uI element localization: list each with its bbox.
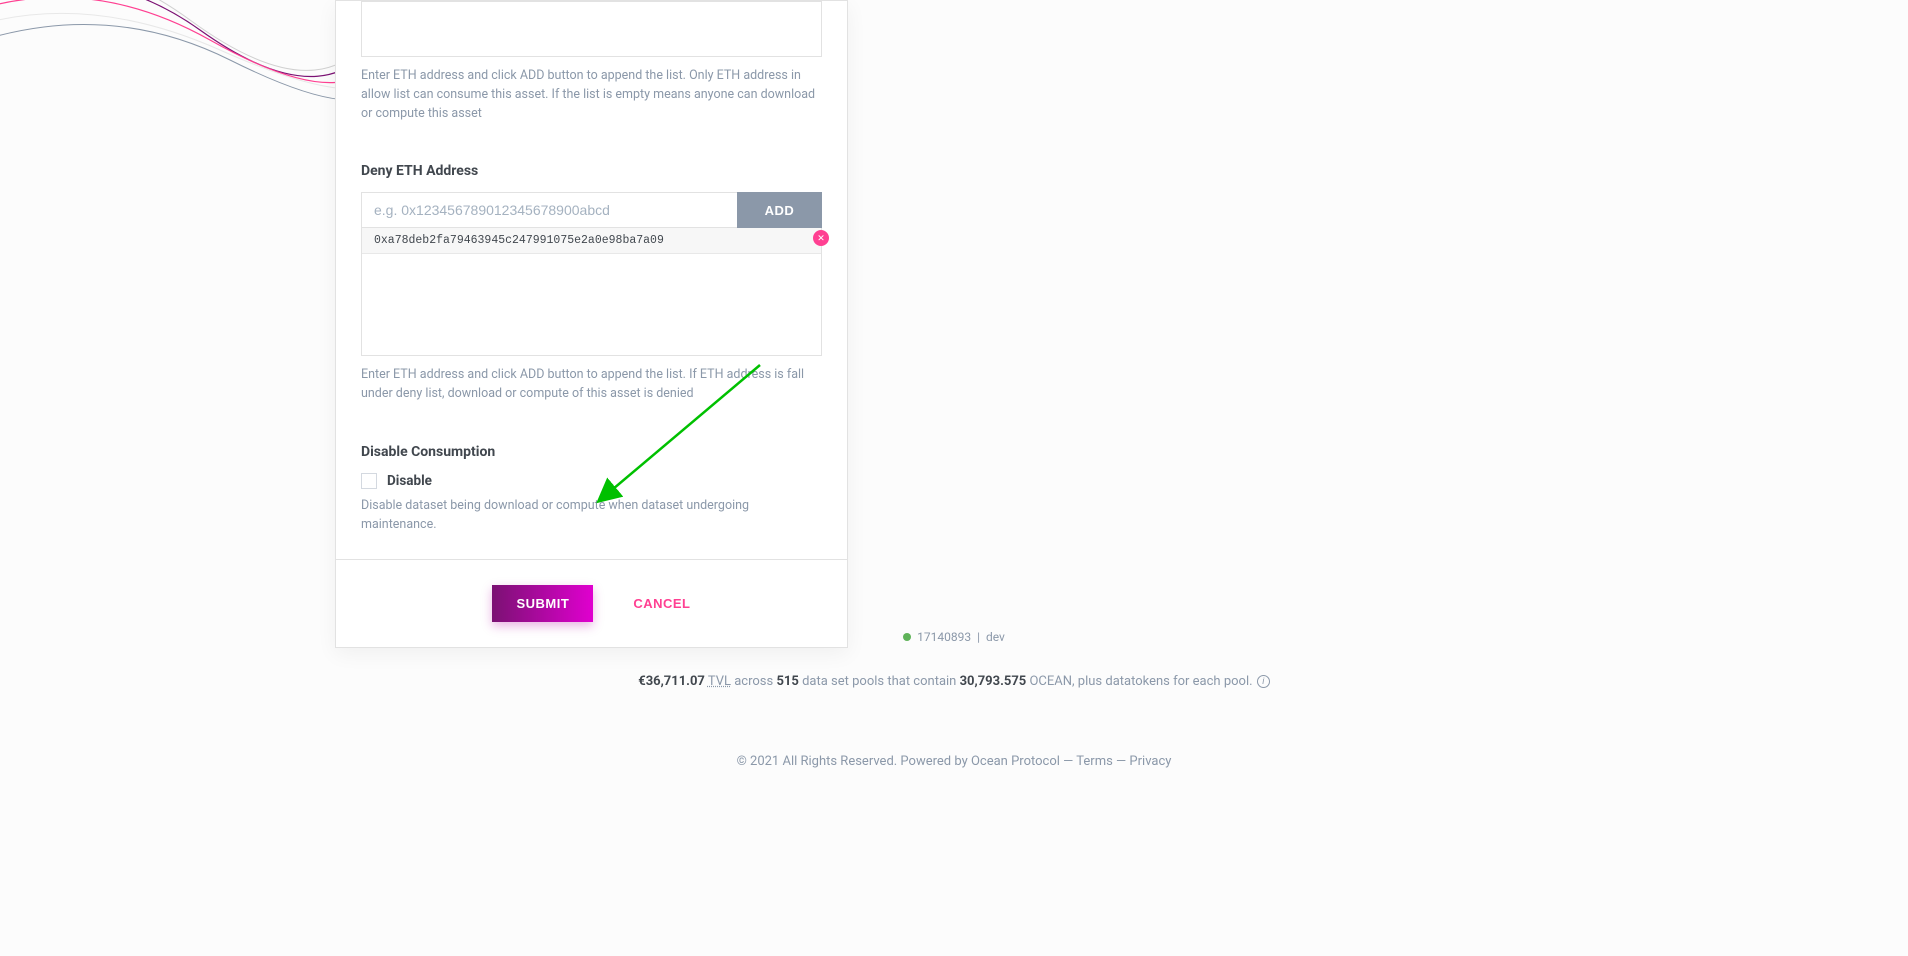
disable-section-label: Disable Consumption	[361, 444, 822, 460]
status-indicator-icon	[903, 633, 911, 641]
ocean-protocol-link[interactable]: Ocean Protocol	[971, 754, 1060, 769]
deny-address-input[interactable]	[361, 192, 737, 228]
dash-separator: —	[1116, 754, 1129, 769]
pools-count: 515	[776, 674, 798, 689]
divider: |	[977, 630, 980, 644]
cancel-button[interactable]: CANCEL	[633, 596, 690, 611]
address-row: 0xa78deb2fa79463945c247991075e2a0e98ba7a…	[362, 228, 821, 254]
privacy-link[interactable]: Privacy	[1129, 754, 1171, 769]
disable-help-text: Disable dataset being download or comput…	[361, 497, 822, 535]
deny-section-label: Deny ETH Address	[361, 163, 822, 179]
copyright-text: © 2021 All Rights Reserved. Powered by	[737, 754, 971, 769]
stats-text: across	[734, 674, 776, 689]
close-icon: ✕	[817, 234, 825, 243]
deny-help-text: Enter ETH address and click ADD button t…	[361, 366, 822, 404]
info-icon[interactable]: i	[1257, 675, 1270, 688]
allow-address-list	[361, 1, 822, 57]
decorative-waves	[0, 0, 340, 140]
page-footer: 17140893 | dev €36,711.07 TVL across 515…	[0, 630, 1908, 769]
copyright-row: © 2021 All Rights Reserved. Powered by O…	[737, 754, 1172, 769]
tvl-label: TVL	[708, 674, 731, 689]
settings-form-card: Enter ETH address and click ADD button t…	[335, 0, 848, 648]
submit-button[interactable]: SUBMIT	[492, 585, 593, 622]
dash-separator: —	[1063, 754, 1076, 769]
add-deny-button[interactable]: ADD	[737, 192, 822, 228]
remove-address-button[interactable]: ✕	[813, 230, 829, 246]
allow-help-text: Enter ETH address and click ADD button t…	[361, 67, 822, 123]
stats-text: OCEAN, plus datatokens for each pool.	[1029, 674, 1255, 689]
disable-checkbox[interactable]	[361, 473, 377, 489]
tvl-value: €36,711.07	[638, 674, 705, 689]
env-label: dev	[986, 630, 1005, 644]
terms-link[interactable]: Terms	[1076, 754, 1113, 769]
disable-checkbox-label[interactable]: Disable	[387, 473, 432, 489]
deny-address-list: 0xa78deb2fa79463945c247991075e2a0e98ba7a…	[361, 228, 822, 356]
address-value: 0xa78deb2fa79463945c247991075e2a0e98ba7a…	[374, 234, 664, 247]
stats-text: data set pools that contain	[802, 674, 960, 689]
stats-row: €36,711.07 TVL across 515 data set pools…	[638, 674, 1270, 689]
ocean-count: 30,793.575	[960, 674, 1027, 689]
block-status-row: 17140893 | dev	[903, 630, 1005, 644]
block-number: 17140893	[917, 630, 971, 644]
